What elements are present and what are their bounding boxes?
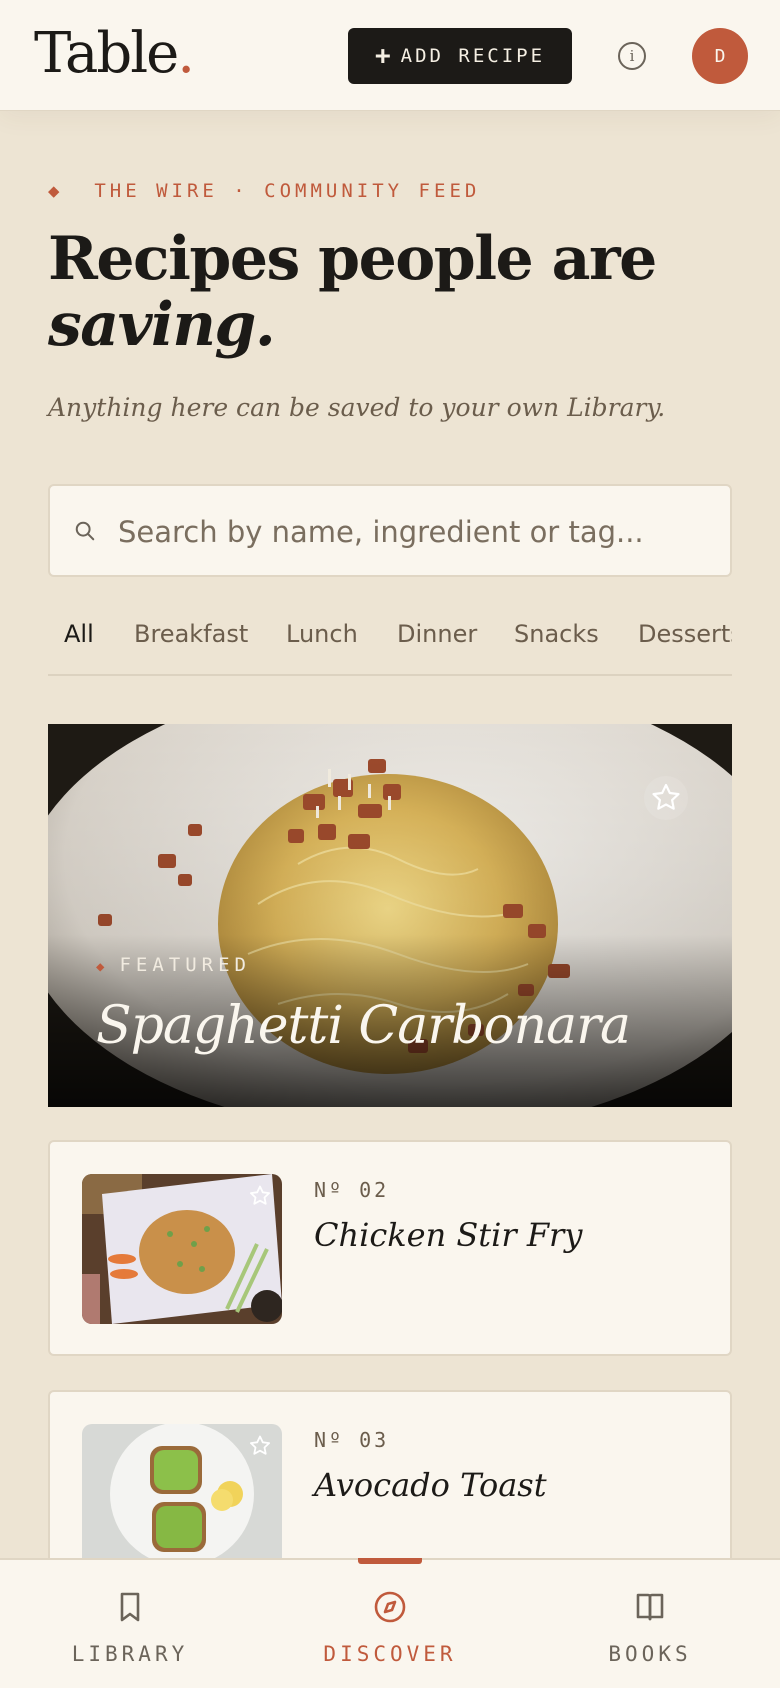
app-logo[interactable]: Table. bbox=[34, 21, 195, 86]
star-icon[interactable] bbox=[248, 1184, 272, 1208]
search-box[interactable] bbox=[48, 484, 732, 577]
recipe-number: Nº 02 bbox=[314, 1178, 390, 1202]
recipe-thumbnail bbox=[82, 1174, 282, 1324]
compass-icon bbox=[374, 1591, 406, 1623]
featured-label: ◆ FEATURED bbox=[96, 954, 251, 976]
nav-discover[interactable]: DISCOVER bbox=[290, 1558, 490, 1688]
app-header: Table. + ADD RECIPE i D bbox=[0, 0, 780, 111]
title-line-1: Recipes people are bbox=[48, 224, 657, 294]
recipe-number: Nº 03 bbox=[314, 1428, 390, 1452]
plus-icon: + bbox=[374, 41, 391, 71]
diamond-icon: ◆ bbox=[48, 180, 64, 202]
featured-recipe-name: Spaghetti Carbonara bbox=[96, 996, 631, 1056]
info-icon[interactable]: i bbox=[618, 42, 646, 70]
nav-library-label: LIBRARY bbox=[71, 1642, 189, 1666]
recipe-card[interactable]: Nº 02 Chicken Stir Fry bbox=[48, 1140, 732, 1356]
recipe-thumbnail bbox=[82, 1424, 282, 1574]
diamond-icon: ◆ bbox=[96, 959, 110, 975]
search-icon bbox=[75, 521, 95, 541]
recipe-name: Chicken Stir Fry bbox=[314, 1216, 583, 1254]
page-subtitle: Anything here can be saved to your own L… bbox=[48, 393, 666, 422]
nav-discover-label: DISCOVER bbox=[323, 1642, 457, 1666]
nav-books-label: BOOKS bbox=[608, 1642, 692, 1666]
logo-dot: . bbox=[177, 21, 195, 86]
tab-desserts[interactable]: Desserts bbox=[638, 620, 732, 674]
title-line-2: saving. bbox=[48, 290, 276, 360]
search-input[interactable] bbox=[118, 504, 708, 560]
section-kicker: ◆ THE WIRE · COMMUNITY FEED bbox=[48, 180, 480, 202]
category-tabs: All Breakfast Lunch Dinner Snacks Desser… bbox=[48, 608, 732, 676]
avatar[interactable]: D bbox=[692, 28, 748, 84]
bottom-nav: LIBRARY DISCOVER BOOKS bbox=[0, 1558, 780, 1688]
nav-books[interactable]: BOOKS bbox=[550, 1560, 750, 1688]
page-title: Recipes people are saving. bbox=[48, 226, 728, 358]
featured-recipe-card[interactable]: ◆ FEATURED Spaghetti Carbonara bbox=[48, 724, 732, 1107]
star-icon[interactable] bbox=[248, 1434, 272, 1458]
tab-snacks[interactable]: Snacks bbox=[514, 620, 599, 674]
add-recipe-label: ADD RECIPE bbox=[400, 45, 546, 67]
book-icon bbox=[636, 1593, 664, 1621]
tab-lunch[interactable]: Lunch bbox=[286, 620, 358, 674]
bookmark-icon bbox=[120, 1592, 140, 1622]
kicker-text: THE WIRE · COMMUNITY FEED bbox=[94, 180, 481, 202]
nav-library[interactable]: LIBRARY bbox=[30, 1560, 230, 1688]
tab-all[interactable]: All bbox=[64, 620, 94, 674]
star-icon[interactable] bbox=[642, 774, 690, 822]
recipe-name: Avocado Toast bbox=[314, 1466, 547, 1504]
featured-label-text: FEATURED bbox=[119, 954, 251, 976]
tab-dinner[interactable]: Dinner bbox=[397, 620, 477, 674]
logo-text: Table bbox=[34, 21, 179, 86]
tab-breakfast[interactable]: Breakfast bbox=[134, 620, 248, 674]
add-recipe-button[interactable]: + ADD RECIPE bbox=[348, 28, 572, 84]
